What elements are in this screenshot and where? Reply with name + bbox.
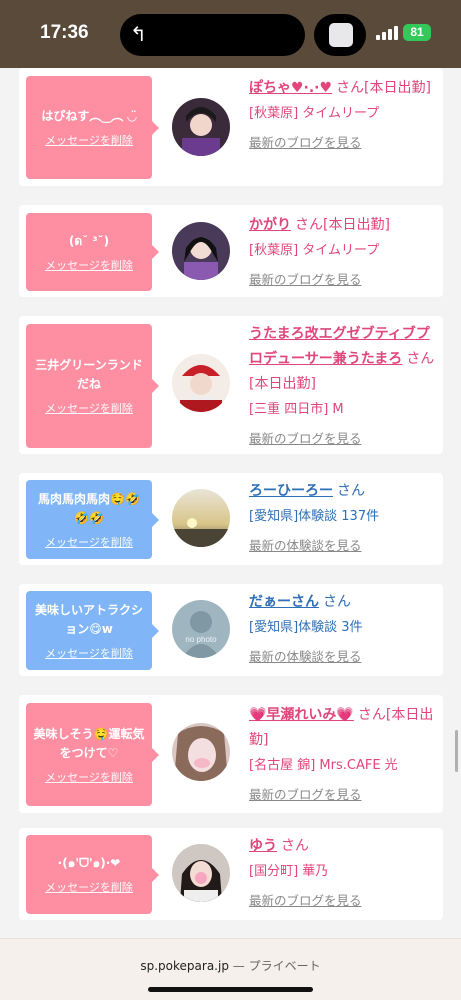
battery-icon: 81	[403, 24, 431, 41]
message-text: ·(๑'ᗜ'๑)·❤	[57, 856, 121, 870]
avatar[interactable]	[172, 354, 230, 412]
cast-name-link[interactable]: ゆう	[249, 838, 277, 854]
delete-message-link[interactable]: メッセージを削除	[45, 534, 133, 550]
list-item: 三井グリーンランドだね メッセージを削除 うたまろ改エグゼブティブプロデューサー…	[19, 316, 443, 454]
review-count: [愛知県]体験談 3件	[249, 620, 363, 635]
url-display[interactable]: sp.pokepara.jp — プライベート	[0, 957, 461, 974]
shop-area: [国分町] 華乃	[249, 864, 329, 879]
cast-info: ぽちゃ♥·.·♥ さん[本日出勤] [秋葉原] タイムリープ 最新のブログを見る	[249, 76, 437, 151]
san-label: さん	[337, 483, 365, 499]
clock: 17:36	[40, 22, 89, 43]
cast-info: かがり さん[本日出勤] [秋葉原] タイムリープ 最新のブログを見る	[249, 213, 437, 288]
delete-message-link[interactable]: メッセージを削除	[45, 257, 133, 273]
list-item: 美味しいアトラクション😋w メッセージを削除 no photo だぁーさん さん …	[19, 584, 443, 676]
cast-name-link[interactable]: かがり	[249, 217, 291, 233]
message-bubble: (ด˘ ³˘) メッセージを削除	[26, 213, 159, 291]
delete-message-link[interactable]: メッセージを削除	[45, 769, 133, 785]
message-bubble: 馬肉馬肉馬肉🤤🤣🤣🤣 メッセージを削除	[26, 480, 159, 559]
latest-review-link[interactable]: 最新の体験談を見る	[249, 646, 437, 665]
message-bubble: 美味しそう🤤運転気をつけて♡ メッセージを削除	[26, 703, 159, 806]
shop-area: [名古屋 錦] Mrs.CAFE 光	[249, 758, 398, 773]
cast-name-link[interactable]: うたまろ改エグゼブティブプロデューサー兼うたまろ	[249, 326, 430, 367]
cast-info: うたまろ改エグゼブティブプロデューサー兼うたまろ さん[本日出勤] [三重 四日市…	[249, 322, 437, 447]
latest-blog-link[interactable]: 最新のブログを見る	[249, 269, 437, 288]
message-text: 美味しいアトラクション😋w	[34, 602, 143, 636]
list-item: 美味しそう🤤運転気をつけて♡ メッセージを削除 💗早瀬れいみ💗 さん[本日出勤] …	[19, 695, 443, 813]
status-text: さん[本日出勤]	[336, 80, 431, 96]
user-name-link[interactable]: ろーひーろー	[249, 483, 333, 499]
avatar[interactable]: no photo	[172, 600, 230, 658]
latest-review-link[interactable]: 最新の体験談を見る	[249, 535, 437, 554]
message-bubble: 三井グリーンランドだね メッセージを削除	[26, 324, 159, 448]
svg-text:no photo: no photo	[185, 635, 217, 644]
private-mode-label: — プライベート	[232, 959, 321, 973]
delete-message-link[interactable]: メッセージを削除	[45, 879, 133, 895]
browser-address-bar[interactable]: sp.pokepara.jp — プライベート	[0, 938, 461, 1000]
shop-area: [三重 四日市] M	[249, 402, 344, 417]
home-indicator[interactable]	[148, 987, 313, 992]
list-item: 馬肉馬肉馬肉🤤🤣🤣🤣 メッセージを削除 ろーひーろー さん [愛知県]体験談 13…	[19, 473, 443, 565]
status-bar: 17:36 ↰ 81	[0, 0, 461, 68]
avatar[interactable]	[172, 489, 230, 547]
san-label: さん	[323, 594, 351, 610]
list-item: (ด˘ ³˘) メッセージを削除 かがり さん[本日出勤] [秋葉原] タイムリー…	[19, 205, 443, 297]
message-bubble: ·(๑'ᗜ'๑)·❤ メッセージを削除	[26, 835, 159, 914]
message-text: はぴねす︵‿︵ ◡̈	[41, 109, 137, 123]
latest-blog-link[interactable]: 最新のブログを見る	[249, 784, 437, 803]
user-name-link[interactable]: だぁーさん	[249, 594, 319, 610]
avatar[interactable]	[172, 723, 230, 781]
status-text: さん[本日出勤]	[295, 217, 390, 233]
message-text: 美味しそう🤤運転気をつけて♡	[33, 726, 145, 760]
list-item: はぴねす︵‿︵ ◡̈ メッセージを削除 ぽちゃ♥·.·♥ さん[本日出勤] [秋葉…	[19, 68, 443, 186]
avatar[interactable]	[172, 98, 230, 156]
delete-message-link[interactable]: メッセージを削除	[45, 132, 133, 148]
app-thumbnail-icon	[329, 23, 353, 47]
cast-info: 💗早瀬れいみ💗 さん[本日出勤] [名古屋 錦] Mrs.CAFE 光 最新のブロ…	[249, 703, 437, 803]
domain-text: sp.pokepara.jp	[140, 959, 229, 973]
message-bubble: はぴねす︵‿︵ ◡̈ メッセージを削除	[26, 76, 159, 179]
latest-blog-link[interactable]: 最新のブログを見る	[249, 428, 437, 447]
message-text: 馬肉馬肉馬肉🤤🤣🤣🤣	[38, 491, 140, 525]
message-bubble: 美味しいアトラクション😋w メッセージを削除	[26, 591, 159, 670]
review-count: [愛知県]体験談 137件	[249, 509, 380, 524]
latest-blog-link[interactable]: 最新のブログを見る	[249, 890, 437, 909]
latest-blog-link[interactable]: 最新のブログを見る	[249, 132, 437, 151]
cast-name-link[interactable]: ぽちゃ♥·.·♥	[249, 80, 332, 96]
signal-icon	[376, 26, 398, 40]
status-text: さん	[281, 838, 309, 854]
dynamic-island-thumbnail	[314, 14, 366, 56]
cast-info: ゆう さん [国分町] 華乃 最新のブログを見る	[249, 834, 437, 909]
shop-area: [秋葉原] タイムリープ	[249, 106, 380, 121]
avatar[interactable]	[172, 222, 230, 280]
scrollbar[interactable]	[455, 730, 458, 772]
user-info: だぁーさん さん [愛知県]体験談 3件 最新の体験談を見る	[249, 590, 437, 665]
message-text: (ด˘ ³˘)	[68, 233, 110, 248]
cast-name-link[interactable]: 💗早瀬れいみ💗	[249, 707, 354, 723]
avatar[interactable]	[172, 844, 230, 902]
delete-message-link[interactable]: メッセージを削除	[45, 645, 133, 661]
shop-area: [秋葉原] タイムリープ	[249, 243, 380, 258]
user-info: ろーひーろー さん [愛知県]体験談 137件 最新の体験談を見る	[249, 479, 437, 554]
back-arrow-icon[interactable]: ↰	[130, 22, 147, 46]
dynamic-island: ↰	[120, 14, 305, 56]
message-text: 三井グリーンランドだね	[35, 358, 143, 391]
delete-message-link[interactable]: メッセージを削除	[45, 400, 133, 416]
list-item: ·(๑'ᗜ'๑)·❤ メッセージを削除 ゆう さん [国分町] 華乃 最新のブログ…	[19, 828, 443, 920]
